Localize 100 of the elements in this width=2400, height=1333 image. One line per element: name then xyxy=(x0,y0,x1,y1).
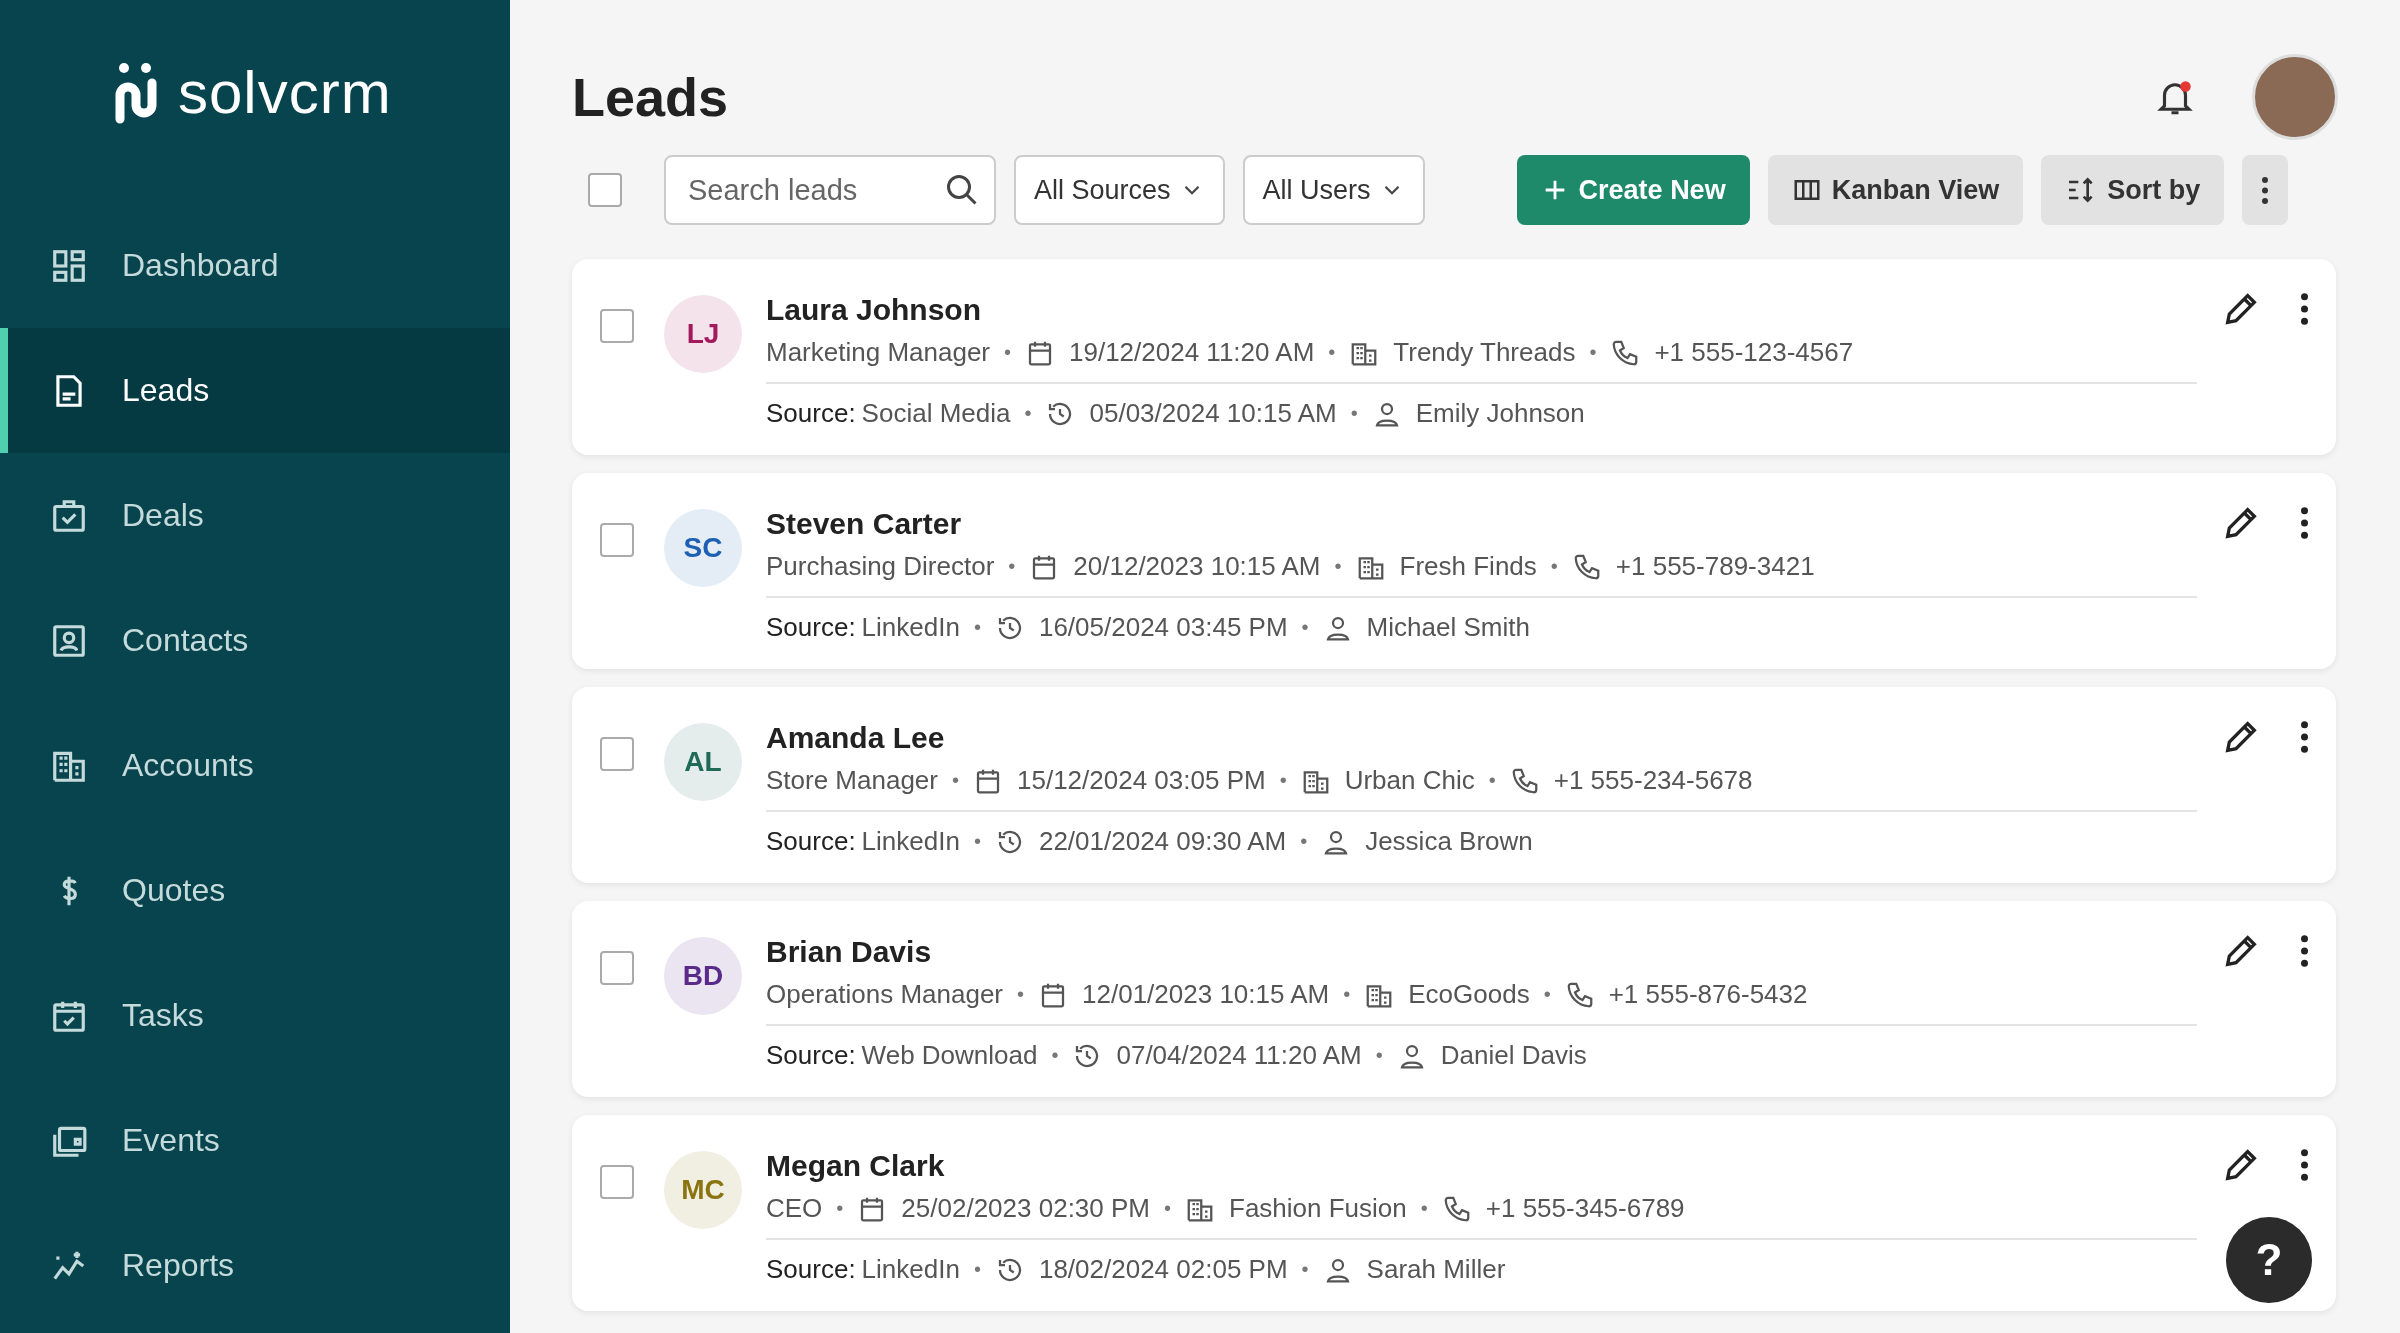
lead-checkbox[interactable] xyxy=(600,523,634,557)
lead-name[interactable]: Laura Johnson xyxy=(766,293,2197,327)
created-date: 25/02/2023 02:30 PM xyxy=(901,1193,1150,1224)
separator-dot: • xyxy=(836,1197,844,1220)
created-date: 15/12/2024 03:05 PM xyxy=(1017,765,1266,796)
create-button[interactable]: Create New xyxy=(1516,155,1750,225)
separator-dot: • xyxy=(1301,1258,1309,1281)
job-title: Marketing Manager xyxy=(766,337,990,368)
phone-number: +1 555-345-6789 xyxy=(1485,1193,1685,1224)
kebab-menu-icon[interactable] xyxy=(2301,935,2308,967)
job-title: Store Manager xyxy=(766,765,938,796)
source-label: Source: xyxy=(766,1254,856,1285)
sidebar-item[interactable]: Accounts xyxy=(0,703,510,828)
sidebar-item[interactable]: Events xyxy=(0,1078,510,1203)
lead-name[interactable]: Brian Davis xyxy=(766,935,2197,969)
updated-date: 07/04/2024 11:20 AM xyxy=(1116,1040,1362,1071)
source-value: Web Download xyxy=(861,1040,1038,1071)
source-value: Social Media xyxy=(861,398,1011,429)
initials-avatar: AL xyxy=(664,723,742,801)
source-label: Source: xyxy=(766,612,856,643)
sidebar-item[interactable]: Reports xyxy=(0,1203,510,1328)
owner-name: Emily Johnson xyxy=(1415,398,1585,429)
separator-dot: • xyxy=(1350,402,1358,425)
updated-date: 18/02/2024 02:05 PM xyxy=(1038,1254,1288,1285)
separator-dot: • xyxy=(1008,555,1016,578)
sidebar-item[interactable]: Deals xyxy=(0,453,510,578)
filter-dropdown[interactable]: All Sources xyxy=(1014,155,1225,225)
source-label: Source: xyxy=(766,398,856,429)
brand-name: solvcrm xyxy=(178,58,392,127)
source-value: LinkedIn xyxy=(861,826,960,857)
sidebar-item[interactable]: Tasks xyxy=(0,953,510,1078)
separator-dot: • xyxy=(1420,1197,1428,1220)
initials-avatar: BD xyxy=(664,937,742,1015)
filter-dropdown[interactable]: All Users xyxy=(1242,155,1425,225)
sort-button[interactable]: Sort by xyxy=(2041,155,2225,225)
separator-dot: • xyxy=(1328,341,1336,364)
job-title: CEO xyxy=(766,1193,823,1224)
source-label: Source: xyxy=(766,1040,856,1071)
search-field[interactable]: Search leads xyxy=(664,155,996,225)
separator-dot: • xyxy=(1589,341,1597,364)
company-name: Urban Chic xyxy=(1344,765,1475,796)
updated-date: 22/01/2024 09:30 AM xyxy=(1038,826,1287,857)
separator-dot: • xyxy=(1164,1197,1171,1220)
kanban-view-button[interactable]: Kanban View xyxy=(1767,155,2024,225)
separator-dot: • xyxy=(1279,769,1287,792)
lead-checkbox[interactable] xyxy=(600,951,634,985)
sidebar-item[interactable]: Leads xyxy=(0,328,510,453)
kebab-menu-icon[interactable] xyxy=(2301,293,2308,325)
company-name: Fashion Fusion xyxy=(1229,1193,1407,1224)
separator-dot: • xyxy=(1550,555,1558,578)
more-options-button[interactable] xyxy=(2242,155,2289,225)
sidebar-item[interactable]: Contacts xyxy=(0,578,510,703)
phone-number: +1 555-234-5678 xyxy=(1553,765,1753,796)
phone-number: +1 555-789-3421 xyxy=(1615,551,1815,582)
separator-dot: • xyxy=(1343,983,1351,1006)
separator-dot: • xyxy=(1543,983,1551,1006)
lead-name[interactable]: Steven Carter xyxy=(766,507,2197,541)
lead-checkbox[interactable] xyxy=(600,309,634,343)
separator-dot: • xyxy=(1300,830,1308,853)
sidebar-item[interactable]: Dashboard xyxy=(0,203,510,328)
owner-name: Michael Smith xyxy=(1366,612,1530,643)
separator-dot: • xyxy=(1051,1044,1059,1067)
kebab-menu-icon[interactable] xyxy=(2301,507,2308,539)
separator-dot: • xyxy=(1024,402,1032,425)
lead-name[interactable]: Amanda Lee xyxy=(766,721,2197,755)
company-name: Trendy Threads xyxy=(1393,337,1576,368)
sidebar-item[interactable]: Quotes xyxy=(0,828,510,953)
separator-dot: • xyxy=(973,616,981,639)
separator-dot: • xyxy=(973,1258,981,1281)
kebab-menu-icon[interactable] xyxy=(2301,721,2308,753)
phone-number: +1 555-876-5432 xyxy=(1608,979,1808,1010)
separator-dot: • xyxy=(1334,555,1342,578)
separator-dot: • xyxy=(952,769,959,792)
initials-avatar: SC xyxy=(664,509,742,587)
phone-number: +1 555-123-4567 xyxy=(1654,337,1854,368)
lead-checkbox[interactable] xyxy=(600,1165,634,1199)
updated-date: 16/05/2024 03:45 PM xyxy=(1038,612,1288,643)
page-title: Leads xyxy=(572,65,729,128)
separator-dot: • xyxy=(1017,983,1025,1006)
owner-name: Sarah Miller xyxy=(1366,1254,1506,1285)
lead-name[interactable]: Megan Clark xyxy=(766,1149,2197,1183)
kebab-menu-icon xyxy=(2262,176,2269,204)
job-title: Operations Manager xyxy=(766,979,1004,1010)
source-label: Source: xyxy=(766,826,856,857)
owner-name: Daniel Davis xyxy=(1440,1040,1587,1071)
initials-avatar: MC xyxy=(664,1151,742,1229)
lead-checkbox[interactable] xyxy=(600,737,634,771)
kebab-menu-icon[interactable] xyxy=(2301,1149,2308,1181)
separator-dot: • xyxy=(1375,1044,1383,1067)
owner-name: Jessica Brown xyxy=(1365,826,1533,857)
company-name: EcoGoods xyxy=(1408,979,1530,1010)
job-title: Purchasing Director xyxy=(766,551,995,582)
separator-dot: • xyxy=(1488,769,1496,792)
created-date: 12/01/2023 10:15 AM xyxy=(1082,979,1330,1010)
separator-dot: • xyxy=(973,830,981,853)
select-all-checkbox[interactable] xyxy=(588,173,622,207)
source-value: LinkedIn xyxy=(861,1254,960,1285)
separator-dot: • xyxy=(1004,341,1011,364)
updated-date: 05/03/2024 10:15 AM xyxy=(1089,398,1337,429)
created-date: 19/12/2024 11:20 AM xyxy=(1069,337,1315,368)
